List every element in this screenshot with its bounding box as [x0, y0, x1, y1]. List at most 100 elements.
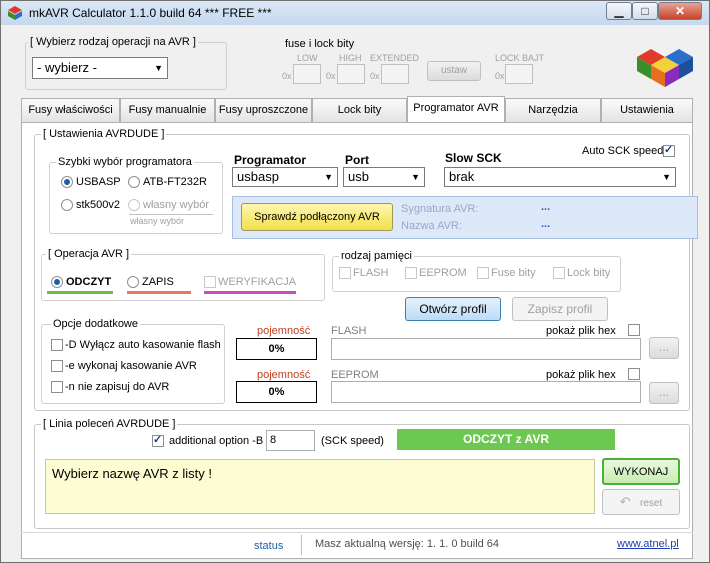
version-text: Masz aktualną wersję: 1. 1. 0 build 64	[315, 538, 500, 550]
message-box: Wybierz nazwę AVR z listy !	[45, 459, 595, 514]
chevron-down-icon: ▼	[154, 63, 163, 73]
sck-speed-label: (SCK speed)	[321, 435, 384, 447]
erase-avr-label: -e wykonaj kasowanie AVR	[65, 360, 197, 372]
read-underline	[47, 291, 113, 294]
no-write-label: -n nie zapisuj do AVR	[65, 381, 170, 393]
tab-lock-bits[interactable]: Lock bity	[312, 98, 407, 122]
additional-option-checkbox[interactable]	[152, 433, 164, 447]
verify-label: WERYFIKACJA	[218, 276, 297, 288]
fuse-bits-checkbox[interactable]	[477, 267, 489, 279]
close-button[interactable]: ✕	[658, 2, 702, 20]
lock-bits-checkbox[interactable]	[553, 267, 565, 279]
flash-capacity-label: pojemność	[257, 325, 311, 337]
execute-button[interactable]: WYKONAJ	[602, 458, 680, 485]
eeprom-file-path-field[interactable]	[331, 381, 641, 403]
eeprom-browse-button[interactable]: ...	[649, 382, 679, 404]
no-write-checkbox[interactable]	[51, 381, 63, 393]
erase-avr-checkbox[interactable]	[51, 360, 63, 372]
ft232-label: ATB-FT232R	[143, 176, 207, 188]
programmer-combo[interactable]: usbasp ▼	[232, 167, 338, 187]
reset-label: reset	[640, 498, 663, 509]
chevron-down-icon: ▼	[662, 172, 671, 182]
tab-label: Programator AVR	[413, 102, 499, 114]
set-fuses-label: ustaw	[440, 65, 468, 76]
lock-bits-label: Lock bity	[567, 267, 611, 279]
operation-type-combo[interactable]: - wybierz - ▼	[32, 57, 168, 79]
maximize-button[interactable]: □	[632, 2, 658, 20]
command-line-label: [ Linia poleceń AVRDUDE ]	[41, 418, 178, 430]
operation-type-value: - wybierz -	[37, 60, 97, 75]
high-fuse-field[interactable]	[337, 64, 365, 84]
verify-checkbox[interactable]	[204, 276, 216, 288]
disable-auto-erase-checkbox[interactable]	[51, 339, 63, 351]
tab-settings[interactable]: Ustawienia	[601, 98, 693, 122]
tab-fuse-simplified[interactable]: Fusy uproszczone	[215, 98, 312, 122]
tab-label: Lock bity	[337, 104, 382, 116]
stk500-radio[interactable]	[61, 199, 73, 211]
low-fuse-field[interactable]	[293, 64, 321, 84]
execute-label: WYKONAJ	[613, 466, 669, 478]
signature-label: Sygnatura AVR:	[401, 203, 479, 215]
ft232-radio[interactable]	[128, 176, 140, 188]
eeprom-browse-label: ...	[658, 385, 669, 399]
flash-show-hex-checkbox[interactable]	[628, 324, 640, 336]
low-label: LOW	[297, 53, 318, 63]
lock-byte-label: LOCK BAJT	[495, 53, 545, 63]
title-bar: mkAVR Calculator 1.1.0 build 64 *** FREE…	[1, 1, 709, 25]
usbasp-label: USBASP	[76, 176, 121, 188]
open-profile-label: Otwórz profil	[419, 302, 487, 316]
write-underline	[127, 291, 191, 294]
read-radio[interactable]	[51, 276, 63, 288]
flash-file-path-field[interactable]	[331, 338, 641, 360]
tab-label: Ustawienia	[620, 104, 674, 116]
eeprom-label: EEPROM	[419, 267, 467, 279]
tab-label: Narzędzia	[528, 104, 578, 116]
tab-fuse-manual[interactable]: Fusy manualnie	[120, 98, 215, 122]
low-hex-prefix: 0x	[282, 71, 292, 81]
additional-option-field[interactable]: 8	[266, 430, 315, 451]
app-window: mkAVR Calculator 1.1.0 build 64 *** FREE…	[0, 0, 710, 563]
tab-label: Fusy manualnie	[128, 104, 207, 116]
open-profile-button[interactable]: Otwórz profil	[405, 297, 501, 321]
check-avr-button[interactable]: Sprawdź podłączony AVR	[241, 203, 393, 231]
minimize-button[interactable]: ▁	[606, 2, 632, 20]
port-combo[interactable]: usb ▼	[343, 167, 425, 187]
eeprom-file-label: EEPROM	[331, 369, 379, 381]
lock-hex-prefix: 0x	[495, 71, 505, 81]
avrdude-settings-label: [ Ustawienia AVRDUDE ]	[41, 128, 167, 140]
auto-sck-checkbox[interactable]	[663, 143, 675, 157]
website-link[interactable]: www.atnel.pl	[617, 538, 679, 550]
reset-button[interactable]: ↶ reset	[602, 489, 680, 515]
close-icon: ✕	[674, 4, 686, 18]
flash-browse-button[interactable]: ...	[649, 337, 679, 359]
eeprom-checkbox[interactable]	[405, 267, 417, 279]
extended-fuse-field[interactable]	[381, 64, 409, 84]
lock-byte-field[interactable]	[505, 64, 533, 84]
auto-sck-label: Auto SCK speed	[582, 145, 664, 157]
avr-name-label: Nazwa AVR:	[401, 220, 462, 232]
eeprom-capacity-label: pojemność	[257, 369, 311, 381]
save-profile-label: Zapisz profil	[527, 302, 593, 316]
save-profile-button[interactable]: Zapisz profil	[512, 297, 608, 321]
tab-tools[interactable]: Narzędzia	[505, 98, 601, 122]
chevron-down-icon: ▼	[411, 172, 420, 182]
flash-browse-label: ...	[658, 340, 669, 354]
quick-select-label: Szybki wybór programatora	[56, 156, 194, 168]
port-label: Port	[345, 153, 369, 167]
tab-label: Fusy uproszczone	[218, 104, 309, 116]
read-label: ODCZYT	[66, 276, 112, 288]
slow-sck-label: Slow SCK	[445, 151, 502, 165]
flash-checkbox[interactable]	[339, 267, 351, 279]
set-fuses-button[interactable]: ustaw	[427, 61, 481, 81]
flash-label: FLASH	[353, 267, 389, 279]
own-choice-divider	[129, 214, 213, 215]
own-choice-radio[interactable]	[128, 199, 140, 211]
eeprom-show-hex-checkbox[interactable]	[628, 368, 640, 380]
write-radio[interactable]	[127, 276, 139, 288]
status-divider	[301, 535, 302, 555]
slow-sck-combo[interactable]: brak ▼	[444, 167, 676, 187]
usbasp-radio[interactable]	[61, 176, 73, 188]
additional-option-label: additional option -B	[169, 435, 264, 447]
tab-avr-programmer[interactable]: Programator AVR	[407, 96, 505, 123]
tab-fuse-properties[interactable]: Fusy właściwości	[21, 98, 120, 122]
